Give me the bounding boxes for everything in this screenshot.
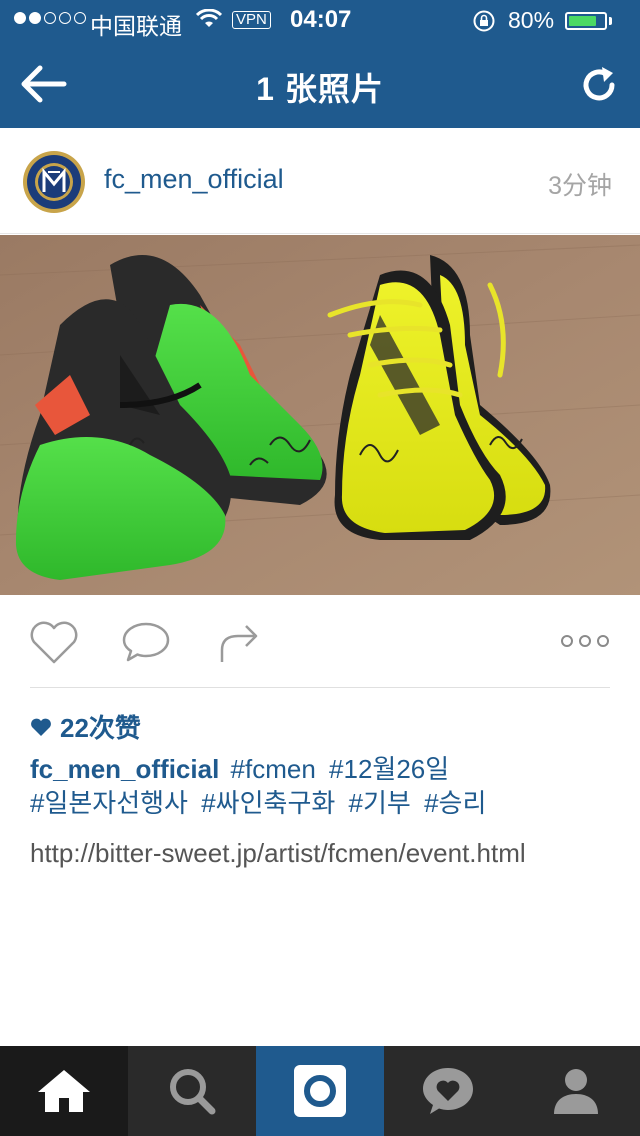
navigation-bar: 1 张照片 [0,40,640,128]
caption-username[interactable]: fc_men_official [30,754,219,784]
post-photo[interactable] [0,235,640,595]
profile-icon [554,1069,598,1114]
tab-camera[interactable] [256,1046,384,1136]
caption-link[interactable]: http://bitter-sweet.jp/artist/fcmen/even… [30,836,610,870]
wifi-icon [195,8,223,35]
post-header: fc_men_official 3分钟 [0,128,640,234]
heart-bubble-icon [423,1068,473,1114]
likes-label: 22次赞 [60,713,141,743]
camera-icon [294,1065,346,1117]
battery-percent: 80% [508,7,555,33]
signal-strength-icon [14,12,86,24]
likes-count[interactable]: 22次赞 [30,708,141,745]
hashtag[interactable]: #싸인축구화 [201,788,335,818]
clock: 04:07 [290,6,352,33]
hashtag[interactable]: #일본자선행사 [30,788,188,818]
bottom-tab-bar [0,1046,640,1136]
battery-cap [609,17,612,25]
tab-activity[interactable] [384,1046,512,1136]
tab-home[interactable] [0,1046,128,1136]
post-username[interactable]: fc_men_official [104,164,284,195]
actions-divider [30,687,610,688]
page-title: 1 张照片 [256,71,384,107]
comment-bubble-icon[interactable] [120,618,172,671]
hashtag[interactable]: #기부 [349,788,411,818]
status-bar: 中国联通 VPN 04:07 80% [0,0,640,40]
refresh-icon[interactable] [578,64,620,106]
vpn-badge: VPN [232,11,271,29]
rotation-lock-icon [472,9,496,39]
battery-icon [565,12,607,30]
tab-explore[interactable] [128,1046,256,1136]
tab-profile[interactable] [512,1046,640,1136]
hashtag[interactable]: #승리 [424,788,486,818]
search-icon [170,1069,216,1115]
carrier-name: 中国联通 [90,13,182,39]
post-caption: fc_men_official #fcmen #12월26일 #일본자선행사 #… [30,752,610,820]
hashtag[interactable]: #12월26일 [329,754,449,784]
post-timestamp: 3分钟 [548,172,612,200]
more-options-icon[interactable] [560,634,610,653]
share-arrow-icon[interactable] [214,616,264,671]
avatar[interactable] [22,150,86,214]
hashtag[interactable]: #fcmen [231,754,316,784]
post-actions [0,596,640,686]
top-bar: 中国联通 VPN 04:07 80% 1 张照片 [0,0,640,128]
home-icon [38,1070,90,1112]
small-heart-icon [31,718,51,736]
like-heart-icon[interactable] [26,618,82,671]
